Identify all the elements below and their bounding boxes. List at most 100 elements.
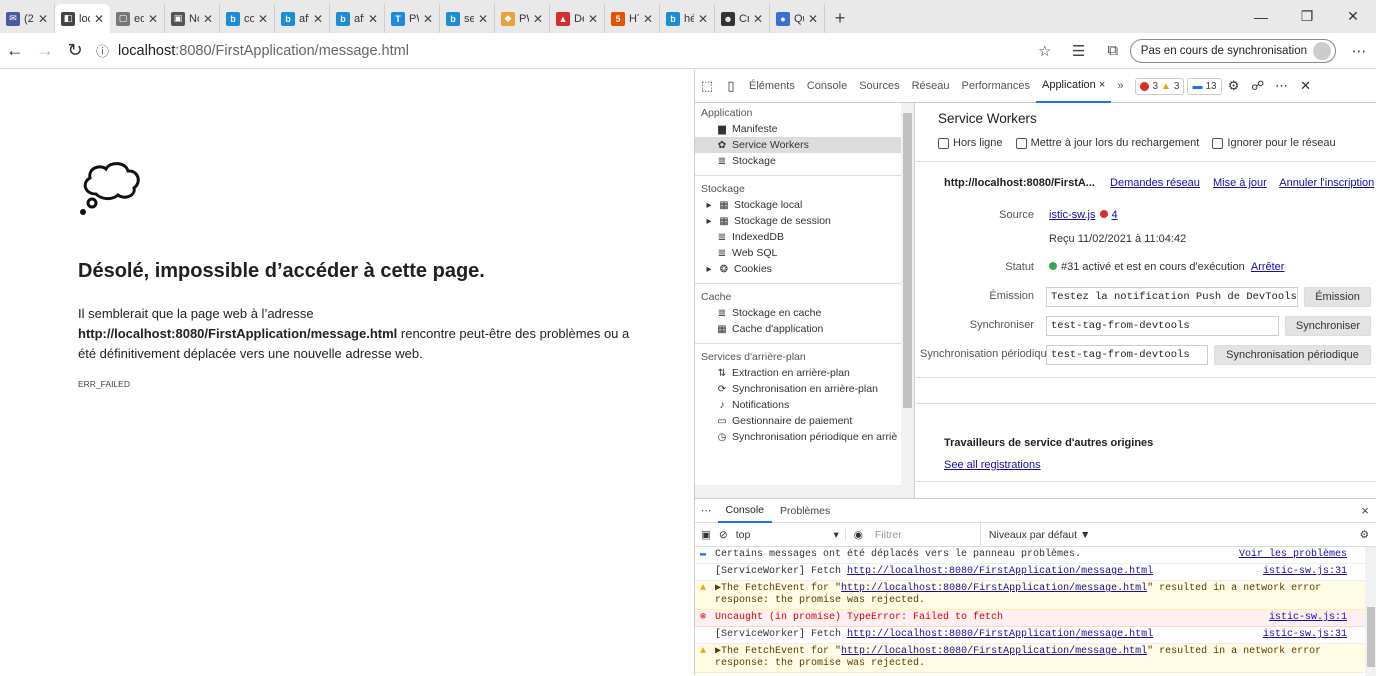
scroll-thumb[interactable] bbox=[903, 113, 912, 408]
browser-tab[interactable]: bcod ✕ bbox=[220, 4, 275, 33]
push-button[interactable]: Émission bbox=[1304, 287, 1371, 307]
minimize-icon[interactable]: — bbox=[1238, 0, 1284, 33]
forward-button[interactable]: → bbox=[30, 36, 60, 66]
close-tab-icon[interactable]: ✕ bbox=[148, 12, 158, 26]
sidebar-horizontal-scrollbar[interactable] bbox=[695, 485, 902, 498]
browser-tab[interactable]: bserv ✕ bbox=[440, 4, 495, 33]
browser-tab[interactable]: ☻ Créc ✕ bbox=[715, 4, 770, 33]
message-url-link[interactable]: http://localhost:8080/FirstApplication/m… bbox=[841, 583, 1147, 594]
close-tab-icon[interactable]: ✕ bbox=[203, 12, 213, 26]
close-tab-icon[interactable]: ✕ bbox=[533, 12, 543, 26]
browser-tab[interactable]: ▣ Nou ✕ bbox=[165, 4, 220, 33]
periodic-sync-button[interactable]: Synchronisation périodique bbox=[1214, 345, 1371, 365]
browser-tab[interactable]: ✉ (20: ✕ bbox=[0, 4, 55, 33]
sidebar-scrollbar[interactable] bbox=[901, 103, 914, 498]
sidebar-item-periodic-sync[interactable]: ◷ Synchronisation périodique en arriè bbox=[695, 429, 914, 445]
issues-badge[interactable]: 3 ▲ 3 bbox=[1135, 77, 1185, 95]
unregister-link[interactable]: Annuler l'inscription bbox=[1279, 177, 1374, 189]
message-url-link[interactable]: http://localhost:8080/FirstApplication/m… bbox=[841, 646, 1147, 657]
close-devtools-icon[interactable]: ✕ bbox=[1294, 78, 1318, 94]
sidebar-item-bg-fetch[interactable]: ⇅ Extraction en arrière-plan bbox=[695, 365, 914, 381]
browser-tab[interactable]: ◆ PW/ ✕ bbox=[495, 4, 550, 33]
drawer-tab-console[interactable]: Console bbox=[717, 499, 773, 523]
tab-network[interactable]: Réseau bbox=[906, 70, 956, 103]
browser-tab[interactable]: ● Qu' ✕ bbox=[770, 4, 825, 33]
sync-input[interactable]: test-tag-from-devtools bbox=[1046, 316, 1279, 336]
sidebar-item-websql[interactable]: ≣ Web SQL bbox=[695, 245, 914, 261]
back-button[interactable]: ← bbox=[0, 36, 30, 66]
close-tab-icon[interactable]: ✕ bbox=[698, 12, 708, 26]
sidebar-item-session-storage[interactable]: ▸ ▦ Stockage de session bbox=[695, 213, 914, 229]
close-tab-icon[interactable]: ✕ bbox=[588, 12, 598, 26]
new-tab-button[interactable]: + bbox=[825, 4, 855, 33]
close-icon[interactable]: × bbox=[1099, 79, 1105, 91]
message-url-link[interactable]: http://localhost:8080/FirstApplication/m… bbox=[847, 629, 1153, 640]
browser-tab[interactable]: ▲ Déc ✕ bbox=[550, 4, 605, 33]
drawer-tab-issues[interactable]: Problèmes bbox=[772, 499, 838, 523]
see-all-registrations-link[interactable]: See all registrations bbox=[944, 459, 1041, 471]
more-icon[interactable]: ⋯ bbox=[1342, 42, 1376, 60]
sidebar-item-local-storage[interactable]: ▸ ▦ Stockage local bbox=[695, 197, 914, 213]
favorite-add-icon[interactable]: ☆ bbox=[1028, 42, 1062, 60]
browser-tab[interactable]: T PW/ ✕ bbox=[385, 4, 440, 33]
drawer-menu-icon[interactable]: ⋯ bbox=[701, 505, 712, 517]
expand-arrow-icon[interactable]: ▸ bbox=[704, 264, 714, 275]
browser-tab[interactable]: baffic ✕ bbox=[275, 4, 330, 33]
messages-badge[interactable]: ▬ 13 bbox=[1187, 77, 1222, 95]
expand-arrow-icon[interactable]: ▸ bbox=[704, 216, 714, 227]
settings-gear-icon[interactable]: ⚙ bbox=[1222, 78, 1246, 94]
profile-sync-button[interactable]: Pas en cours de synchronisation bbox=[1129, 38, 1336, 63]
favorites-icon[interactable]: ☰ bbox=[1062, 42, 1096, 60]
feedback-icon[interactable]: ☍ bbox=[1246, 78, 1270, 94]
push-input[interactable]: Testez la notification Push de DevTools. bbox=[1046, 287, 1298, 307]
filter-input[interactable]: Filtrer bbox=[871, 522, 981, 547]
console-settings-icon[interactable]: ⚙ bbox=[1360, 529, 1369, 541]
inspect-icon[interactable]: ⬚ bbox=[695, 78, 719, 94]
more-tabs-button[interactable]: » bbox=[1111, 70, 1129, 103]
maximize-icon[interactable]: ❐ bbox=[1284, 0, 1330, 33]
update-on-reload-checkbox[interactable]: Mettre à jour lors du rechargement bbox=[1015, 137, 1199, 149]
close-tab-icon[interactable]: ✕ bbox=[808, 12, 818, 26]
offline-checkbox[interactable]: Hors ligne bbox=[938, 137, 1003, 149]
tab-sources[interactable]: Sources bbox=[853, 70, 905, 103]
sidebar-item-service-workers[interactable]: ✿ Service Workers bbox=[695, 137, 914, 153]
sidebar-item-storage[interactable]: ≣ Stockage bbox=[695, 153, 914, 169]
tab-elements[interactable]: Éléments bbox=[743, 70, 801, 103]
context-select[interactable]: top ▾ bbox=[736, 528, 846, 541]
clear-console-icon[interactable]: ⊘ bbox=[719, 529, 728, 541]
source-link[interactable]: istic-sw.js:31 bbox=[1263, 629, 1347, 641]
tab-console[interactable]: Console bbox=[801, 70, 853, 103]
expand-arrow-icon[interactable]: ▸ bbox=[704, 200, 714, 211]
eye-icon[interactable]: ◉ bbox=[854, 529, 863, 541]
close-tab-icon[interactable]: ✕ bbox=[368, 12, 378, 26]
periodic-sync-input[interactable]: test-tag-from-devtools bbox=[1046, 345, 1208, 365]
view-issues-link[interactable]: Voir les problèmes bbox=[1239, 549, 1347, 561]
refresh-button[interactable]: ↻ bbox=[60, 36, 90, 66]
sidebar-item-app-cache[interactable]: ▦ Cache d'application bbox=[695, 321, 914, 337]
tab-application[interactable]: Application × bbox=[1035, 70, 1112, 103]
tab-performance[interactable]: Performances bbox=[956, 70, 1036, 103]
network-requests-link[interactable]: Demandes réseau bbox=[1110, 177, 1200, 189]
browser-tab[interactable]: ◧ loca ✕ bbox=[55, 4, 110, 33]
close-tab-icon[interactable]: ✕ bbox=[313, 12, 323, 26]
browser-tab[interactable]: bhéb ✕ bbox=[660, 4, 715, 33]
close-drawer-icon[interactable]: × bbox=[1361, 503, 1369, 518]
url-field[interactable]: ⓘ localhost:8080/FirstApplication/messag… bbox=[96, 37, 1028, 65]
source-link[interactable]: istic-sw.js:1 bbox=[1269, 612, 1347, 624]
close-tab-icon[interactable]: ✕ bbox=[478, 12, 488, 26]
source-errors-link[interactable]: 4 bbox=[1112, 209, 1118, 221]
sidebar-item-indexeddb[interactable]: ≣ IndexedDB bbox=[695, 229, 914, 245]
close-tab-icon[interactable]: ✕ bbox=[38, 12, 48, 26]
browser-tab[interactable]: ▢ edg ✕ bbox=[110, 4, 165, 33]
sidebar-toggle-icon[interactable]: ▣ bbox=[701, 529, 711, 541]
source-link[interactable]: istic-sw.js:31 bbox=[1263, 566, 1347, 578]
sidebar-item-cache-storage[interactable]: ≣ Stockage en cache bbox=[695, 305, 914, 321]
collections-icon[interactable]: ⧉ bbox=[1096, 42, 1130, 59]
console-scrollbar[interactable] bbox=[1365, 547, 1376, 676]
stop-link[interactable]: Arrêter bbox=[1251, 261, 1285, 273]
sidebar-item-bg-sync[interactable]: ⟳ Synchronisation en arrière-plan bbox=[695, 381, 914, 397]
close-tab-icon[interactable]: ✕ bbox=[423, 12, 433, 26]
close-tab-icon[interactable]: ✕ bbox=[643, 12, 653, 26]
sidebar-item-manifest[interactable]: ▆ Manifeste bbox=[695, 121, 914, 137]
source-file-link[interactable]: istic-sw.js bbox=[1049, 209, 1095, 221]
